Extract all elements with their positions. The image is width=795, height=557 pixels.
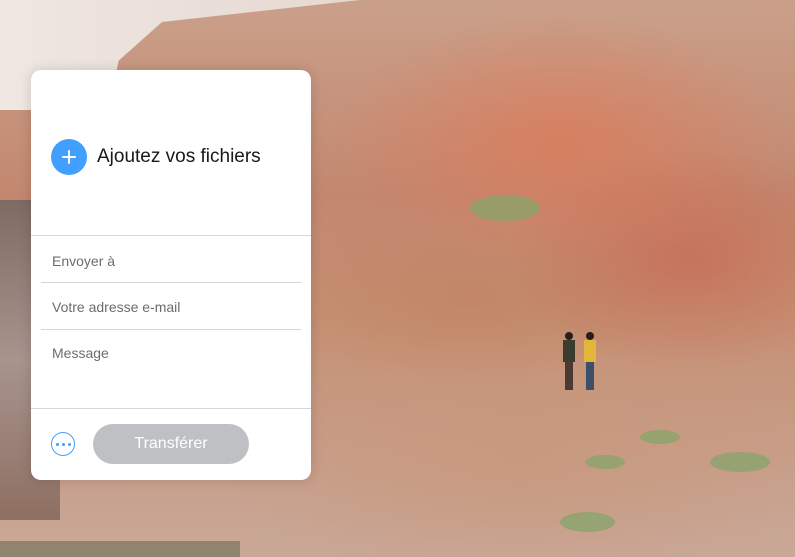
background-person [562, 332, 576, 390]
background-vegetation [470, 195, 540, 221]
background-person [583, 332, 596, 390]
divider [41, 282, 301, 283]
background-vegetation [710, 452, 770, 472]
sender-email-field[interactable] [41, 285, 301, 329]
transfer-button[interactable]: Transférer [93, 424, 249, 464]
add-files-label: Ajoutez vos fichiers [97, 146, 261, 167]
background-vegetation [560, 512, 615, 532]
add-files-button[interactable]: Ajoutez vos fichiers [51, 139, 261, 175]
transfer-panel: Ajoutez vos fichiers Transférer [31, 70, 311, 480]
more-options-icon[interactable] [51, 432, 75, 456]
divider [41, 329, 301, 330]
recipient-email-field[interactable] [41, 239, 301, 283]
divider [31, 235, 311, 236]
divider [31, 408, 311, 409]
plus-icon [51, 139, 87, 175]
background-vegetation [640, 430, 680, 444]
background-vegetation [585, 455, 625, 469]
message-field[interactable] [41, 332, 301, 400]
background-pond [0, 541, 240, 557]
